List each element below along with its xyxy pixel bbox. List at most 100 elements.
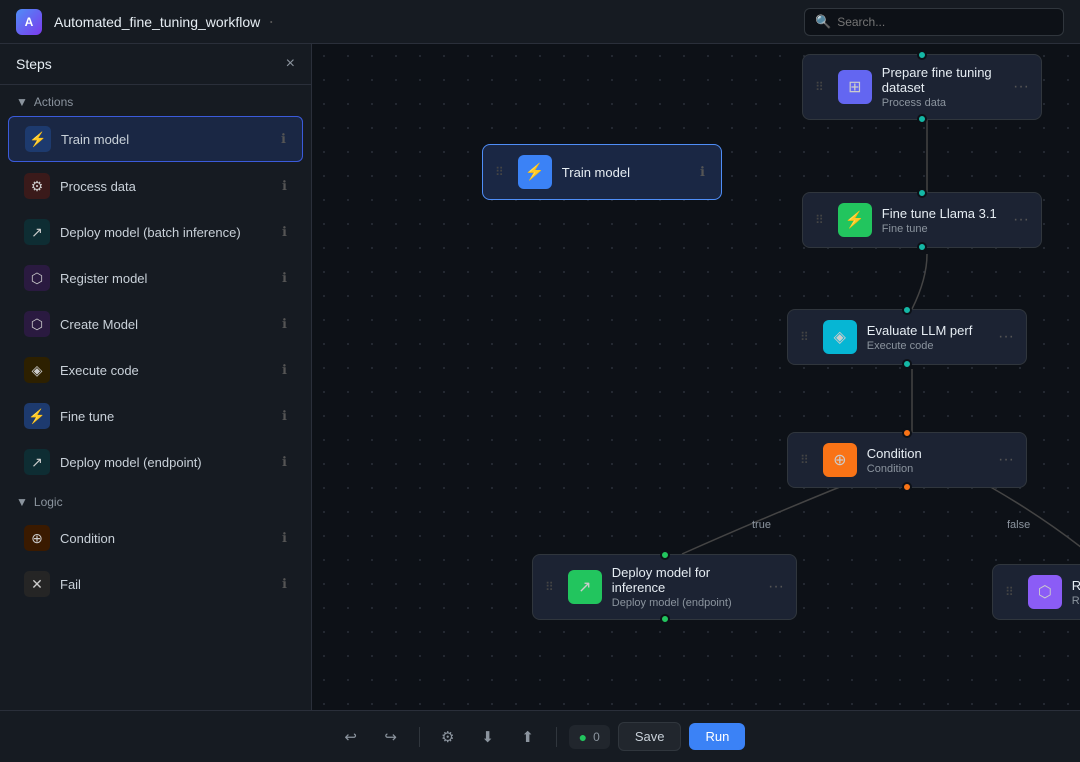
deploy-node-menu[interactable]: ···: [768, 578, 784, 596]
register-node-subtitle: Register model: [1072, 595, 1080, 607]
drag-handle-deploy: ⠿: [545, 580, 554, 594]
redo-button[interactable]: ↪: [375, 721, 407, 753]
chevron-down-icon: ▼: [16, 95, 28, 109]
info-icon-execute[interactable]: ℹ: [282, 362, 287, 378]
status-dot: ●: [579, 729, 587, 745]
upload-button[interactable]: ⬆: [512, 721, 544, 753]
step-create-model[interactable]: ⬡ Create Model ℹ: [8, 302, 303, 346]
node-finetune[interactable]: ⠿ ⚡ Fine tune Llama 3.1 Fine tune ···: [802, 192, 1042, 248]
save-button[interactable]: Save: [618, 722, 682, 751]
finetune-node-title: Fine tune Llama 3.1: [882, 206, 1003, 221]
step-fine-tune-label: Fine tune: [60, 409, 272, 424]
deploy-node-subtitle: Deploy model (endpoint): [612, 597, 758, 609]
node-deploy[interactable]: ⠿ ↗ Deploy model for inference Deploy mo…: [532, 554, 797, 620]
finetune-handle-top: [917, 188, 927, 198]
step-create-model-label: Create Model: [60, 317, 272, 332]
search-bar[interactable]: 🔍: [804, 8, 1064, 36]
step-condition[interactable]: ⊕ Condition ℹ: [8, 516, 303, 560]
sidebar-header: Steps ×: [0, 44, 311, 85]
step-execute-code[interactable]: ◈ Execute code ℹ: [8, 348, 303, 392]
info-icon-register[interactable]: ℹ: [282, 270, 287, 286]
sidebar-title: Steps: [16, 56, 52, 72]
node-prepare[interactable]: ⠿ ⊞ Prepare fine tuning dataset Process …: [802, 54, 1042, 120]
fail-icon: ✕: [24, 571, 50, 597]
node-condition[interactable]: ⠿ ⊕ Condition Condition ···: [787, 432, 1027, 488]
step-register-model[interactable]: ⬡ Register model ℹ: [8, 256, 303, 300]
status-count: 0: [593, 730, 600, 744]
drag-handle-register: ⠿: [1005, 585, 1014, 599]
register-model-icon: ⬡: [24, 265, 50, 291]
drag-handle-prepare: ⠿: [815, 80, 824, 94]
evaluate-node-subtitle: Execute code: [867, 340, 988, 352]
close-sidebar-button[interactable]: ×: [286, 56, 295, 72]
deploy-batch-icon: ↗: [24, 219, 50, 245]
step-fine-tune[interactable]: ⚡ Fine tune ℹ: [8, 394, 303, 438]
execute-code-icon: ◈: [24, 357, 50, 383]
info-icon-create[interactable]: ℹ: [282, 316, 287, 332]
settings-button[interactable]: ⚙: [432, 721, 464, 753]
search-icon: 🔍: [815, 14, 831, 30]
undo-button[interactable]: ↩: [335, 721, 367, 753]
train-model-icon: ⚡: [25, 126, 51, 152]
drag-handle-condition: ⠿: [800, 453, 809, 467]
prepare-handle-bottom: [917, 114, 927, 124]
node-register[interactable]: ⠿ ⬡ Register model Register model ···: [992, 564, 1080, 620]
finetune-handle-bottom: [917, 242, 927, 252]
step-condition-label: Condition: [60, 531, 272, 546]
info-icon-fail[interactable]: ℹ: [282, 576, 287, 592]
step-deploy-endpoint[interactable]: ↗ Deploy model (endpoint) ℹ: [8, 440, 303, 484]
section-actions[interactable]: ▼ Actions: [0, 85, 311, 115]
node-train[interactable]: ⠿ ⚡ Train model ℹ: [482, 144, 722, 200]
condition-node-title: Condition: [867, 446, 988, 461]
train-node-icon: ⚡: [518, 155, 552, 189]
step-deploy-endpoint-label: Deploy model (endpoint): [60, 455, 272, 470]
info-icon-condition[interactable]: ℹ: [282, 530, 287, 546]
info-icon-deploy-batch[interactable]: ℹ: [282, 224, 287, 240]
condition-node-subtitle: Condition: [867, 463, 988, 475]
prepare-handle-top: [917, 50, 927, 60]
section-logic[interactable]: ▼ Logic: [0, 485, 311, 515]
step-process-data[interactable]: ⚙ Process data ℹ: [8, 164, 303, 208]
fine-tune-icon: ⚡: [24, 403, 50, 429]
condition-node-icon: ⊕: [823, 443, 857, 477]
deploy-node-icon: ↗: [568, 570, 602, 604]
prepare-node-icon: ⊞: [838, 70, 872, 104]
run-button[interactable]: Run: [689, 723, 745, 750]
prepare-node-subtitle: Process data: [882, 97, 1003, 109]
finetune-node-icon: ⚡: [838, 203, 872, 237]
step-deploy-batch[interactable]: ↗ Deploy model (batch inference) ℹ: [8, 210, 303, 254]
evaluate-node-info: Evaluate LLM perf Execute code: [867, 323, 988, 352]
bottom-toolbar: ↩ ↪ ⚙ ⬇ ⬆ ● 0 Save Run: [0, 710, 1080, 762]
prepare-node-menu[interactable]: ···: [1013, 78, 1029, 96]
download-button[interactable]: ⬇: [472, 721, 504, 753]
search-input[interactable]: [837, 15, 1053, 29]
register-node-title: Register model: [1072, 578, 1080, 593]
drag-handle-finetune: ⠿: [815, 213, 824, 227]
step-train-model[interactable]: ⚡ Train model ℹ: [8, 116, 303, 162]
train-node-info-icon[interactable]: ℹ: [700, 164, 705, 180]
register-node-info: Register model Register model: [1072, 578, 1080, 607]
node-evaluate[interactable]: ⠿ ◈ Evaluate LLM perf Execute code ···: [787, 309, 1027, 365]
deploy-node-info: Deploy model for inference Deploy model …: [612, 565, 758, 609]
deploy-handle-bottom: [660, 614, 670, 624]
info-icon-finetune[interactable]: ℹ: [282, 408, 287, 424]
info-icon-train[interactable]: ℹ: [281, 131, 286, 147]
info-icon-process[interactable]: ℹ: [282, 178, 287, 194]
condition-node-menu[interactable]: ···: [998, 451, 1014, 469]
deploy-endpoint-icon: ↗: [24, 449, 50, 475]
section-logic-label: Logic: [34, 495, 63, 509]
sidebar: Steps × ▼ Actions ⚡ Train model ℹ ⚙ Proc…: [0, 44, 312, 710]
workflow-title: Automated_fine_tuning_workflow: [54, 14, 260, 30]
info-icon-deploy-ep[interactable]: ℹ: [282, 454, 287, 470]
evaluate-node-title: Evaluate LLM perf: [867, 323, 988, 338]
evaluate-node-icon: ◈: [823, 320, 857, 354]
header-dot: ·: [268, 11, 274, 32]
main-layout: Steps × ▼ Actions ⚡ Train model ℹ ⚙ Proc…: [0, 44, 1080, 710]
workflow-canvas[interactable]: true false ⠿ ⊞ Prepare fine tuning datas…: [312, 44, 1080, 710]
finetune-node-menu[interactable]: ···: [1013, 211, 1029, 229]
step-fail[interactable]: ✕ Fail ℹ: [8, 562, 303, 606]
condition-handle-bottom: [902, 482, 912, 492]
app-logo: A: [16, 9, 42, 35]
deploy-node-title: Deploy model for inference: [612, 565, 758, 595]
evaluate-node-menu[interactable]: ···: [998, 328, 1014, 346]
